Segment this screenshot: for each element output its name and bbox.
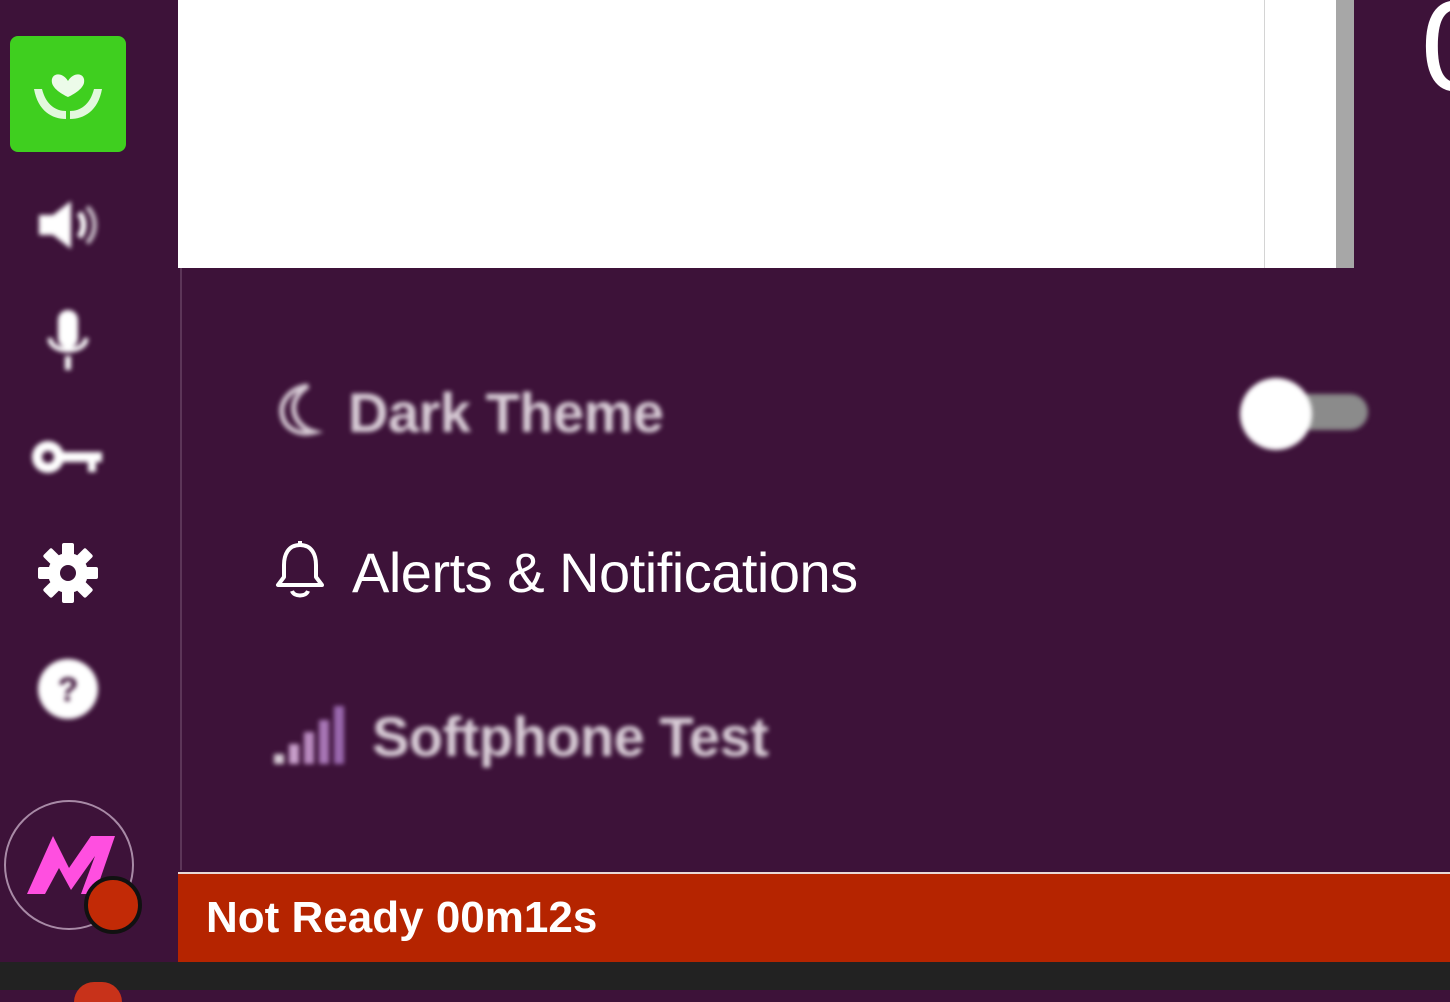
caring-hands-icon xyxy=(28,59,108,129)
microphone-icon xyxy=(43,306,93,376)
top-right-glyph: 0 xyxy=(1418,0,1450,120)
taskbar xyxy=(0,962,1450,1002)
sidebar-item-microphone[interactable] xyxy=(10,288,126,393)
toggle-knob xyxy=(1240,378,1312,450)
settings-menu: Dark Theme Alerts & Notifications Softph… xyxy=(180,268,1450,870)
signal-bars-icon xyxy=(272,702,348,771)
sidebar-item-help[interactable]: ? xyxy=(10,636,126,741)
svg-text:?: ? xyxy=(58,671,79,709)
sidebar-item-settings[interactable] xyxy=(10,520,126,625)
sidebar-item-speaker[interactable] xyxy=(10,172,126,277)
softphone-test-label: Softphone Test xyxy=(372,704,769,768)
menu-item-softphone-test[interactable]: Softphone Test xyxy=(272,702,769,771)
scrollbar[interactable] xyxy=(1336,0,1354,268)
agent-status-text: Not Ready 00m12s xyxy=(206,893,598,942)
agent-status-bar[interactable]: Not Ready 00m12s xyxy=(178,872,1450,962)
moon-icon xyxy=(272,382,324,443)
dark-theme-label: Dark Theme xyxy=(348,380,664,444)
status-dot xyxy=(84,876,142,934)
taskbar-app-icon[interactable] xyxy=(74,982,122,1002)
dark-theme-toggle[interactable] xyxy=(1240,378,1368,450)
sidebar-item-home[interactable] xyxy=(10,36,126,152)
key-icon xyxy=(28,432,108,482)
sidebar-item-key[interactable] xyxy=(10,404,126,509)
alerts-notifications-label: Alerts & Notifications xyxy=(352,540,858,604)
bell-icon xyxy=(272,539,328,606)
panel-divider xyxy=(1264,0,1265,268)
menu-item-alerts-notifications[interactable]: Alerts & Notifications xyxy=(272,540,858,604)
speaker-icon xyxy=(33,195,103,255)
content-panel xyxy=(178,0,1354,268)
help-icon: ? xyxy=(36,657,100,721)
menu-item-dark-theme[interactable]: Dark Theme xyxy=(272,380,664,444)
sidebar: ? xyxy=(0,0,178,962)
gear-icon xyxy=(36,541,100,605)
